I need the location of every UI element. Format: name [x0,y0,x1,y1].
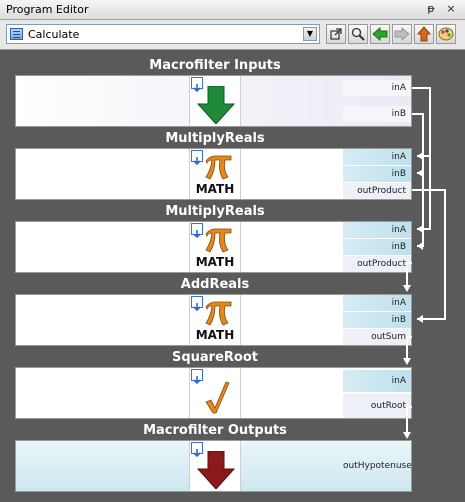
arrowhead [417,169,423,177]
search-button[interactable] [348,24,368,44]
close-icon[interactable]: × [444,2,458,16]
pin-icon[interactable]: ᵽ [424,2,438,16]
program-canvas[interactable]: Macrofilter Inputs inA inB MultiplyReals… [5,52,459,499]
wire-inb [412,113,424,174]
wire-product2 [406,262,412,285]
wire-ina [412,87,431,157]
open-external-icon [330,28,342,40]
up-button[interactable] [414,24,434,44]
arrowhead [417,225,423,233]
wire-root [406,406,412,432]
open-external-button[interactable] [326,24,346,44]
program-list-icon [10,28,23,40]
program-select[interactable]: Calculate ▼ [6,24,320,44]
wire-sum [406,336,412,358]
forward-button[interactable] [392,24,412,44]
arrowhead [403,285,411,292]
view-options-button[interactable] [436,24,456,44]
wire-inb-2 [417,173,424,247]
arrowhead [403,432,411,439]
wire-product1 [412,189,446,302]
window-title: Program Editor [6,3,89,16]
arrowhead [417,315,423,323]
arrow-up-icon [416,26,432,42]
chevron-down-icon[interactable]: ▼ [303,27,317,41]
arrowhead [417,152,423,160]
arrowhead [417,242,423,250]
connection-wires [403,87,446,439]
arrow-right-icon [394,26,410,42]
arrowhead [403,358,411,365]
program-select-value: Calculate [28,28,80,41]
toolbar: Calculate ▼ [0,20,465,50]
palette-icon [438,27,454,41]
search-icon [351,27,365,41]
back-button[interactable] [370,24,390,44]
arrow-left-icon [372,26,388,42]
title-bar: Program Editor ᵽ × [0,0,465,20]
